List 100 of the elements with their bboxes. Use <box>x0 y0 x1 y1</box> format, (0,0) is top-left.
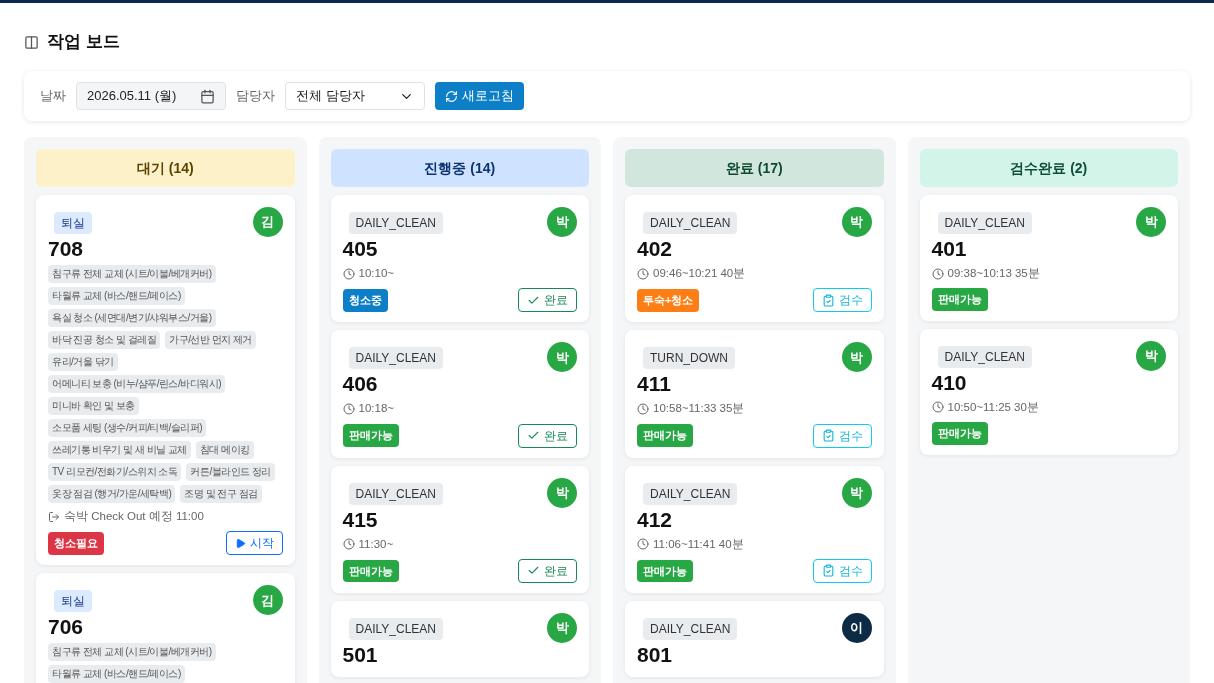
room-number: 706 <box>48 615 85 640</box>
type-tag: DAILY_CLEAN <box>348 617 443 640</box>
task-card[interactable] <box>36 195 295 566</box>
task-chip: 유리/거울 닦기 <box>48 353 118 371</box>
room-number: 412 <box>637 507 674 532</box>
type-tag: DAILY_CLEAN <box>937 212 1032 234</box>
clock-icon <box>931 401 944 414</box>
type-tag: 퇴실 <box>54 212 92 234</box>
clipboard-icon <box>821 293 835 307</box>
clock-icon <box>342 402 355 415</box>
assignee-avatar: 박 <box>1136 340 1166 371</box>
calendar-icon <box>200 88 215 104</box>
refresh-icon <box>445 89 458 103</box>
clock-icon <box>637 267 649 280</box>
task-card[interactable]: 퇴실 김 706 침구류 전체 교체 (시트/이불/베개커버) 타월류 교체 (바스/핸드/페이스) <box>36 573 295 683</box>
room-number: 415 <box>342 507 379 532</box>
task-card[interactable]: DAILY_CLEAN 박 406 10:18~ 판매가능 완료 <box>330 330 589 458</box>
assignee-label: 담당자 <box>236 87 275 106</box>
column-header: 대기 (14) <box>36 149 295 187</box>
assignee-avatar: 박 <box>547 342 577 373</box>
task-chip: 쓰레기통 비우기 및 새 비닐 교체 <box>48 441 191 459</box>
status-badge: 판매가능 <box>931 422 988 445</box>
status-badge: 청소필요 <box>48 532 104 555</box>
clipboard-icon <box>821 564 835 578</box>
room-number: 501 <box>342 642 379 667</box>
task-card[interactable]: DAILY_CLEAN 박 415 11:30~ 판매가능 완료 <box>330 465 589 593</box>
task-chip: 옷장 점검 (행거/가운/세탁백) <box>48 485 176 503</box>
complete-button[interactable]: 완료 <box>518 288 577 313</box>
task-chip: 타월류 교체 (바스/핸드/페이스) <box>48 665 185 683</box>
type-tag: DAILY_CLEAN <box>348 212 443 234</box>
clock-icon <box>342 538 355 551</box>
task-card[interactable]: DAILY_CLEAN 박 412 11:06~11:41 40분 판매가능 검수 <box>625 465 884 593</box>
play-icon <box>234 537 246 549</box>
task-card[interactable]: TURN_DOWN 박 411 10:58~11:33 35분 판매가능 검수 <box>625 330 884 458</box>
task-chip: TV 리모컨/전화기/스위치 소독 <box>48 463 182 481</box>
type-tag: DAILY_CLEAN <box>643 212 738 234</box>
task-chip: 타월류 교체 (바스/핸드/페이스) <box>48 287 185 305</box>
type-tag: TURN_DOWN <box>643 347 735 370</box>
task-chip: 바닥 진공 청소 및 걸레질 <box>48 331 161 349</box>
type-tag: 퇴실 <box>54 590 92 613</box>
date-field[interactable]: 2026.05.11 (월) <box>76 82 226 110</box>
status-badge: 판매가능 <box>637 424 693 447</box>
time-range: 10:10~ <box>358 266 394 281</box>
time-range: 10:18~ <box>358 401 394 417</box>
check-icon <box>527 429 540 442</box>
room-number: 406 <box>342 372 379 397</box>
time-range: 09:38~10:13 35분 <box>947 266 1040 281</box>
room-number: 405 <box>342 237 379 261</box>
task-card[interactable]: DAILY_CLEAN 박 401 09:38~10:13 35분 판매가능 <box>919 195 1178 321</box>
assignee-avatar: 박 <box>841 477 872 508</box>
task-card[interactable]: DAILY_CLEAN 박 410 10:50~11:25 30분 판매가능 <box>919 328 1178 455</box>
clipboard-icon <box>821 429 835 442</box>
assignee-avatar: 박 <box>547 612 577 643</box>
assignee-avatar: 박 <box>1136 207 1166 237</box>
board-icon <box>24 34 39 50</box>
status-badge: 판매가능 <box>342 424 399 447</box>
clock-icon <box>637 402 649 415</box>
status-badge: 투숙+청소 <box>637 289 700 312</box>
assignee-avatar: 박 <box>841 207 872 237</box>
column-header: 진행중 (14) <box>330 149 589 187</box>
status-badge: 청소중 <box>342 289 388 312</box>
page-title: 작업 보드 <box>47 31 120 54</box>
status-badge: 판매가능 <box>931 288 988 311</box>
assignee-select[interactable]: 전체 담당자 <box>285 82 425 110</box>
clock-icon <box>931 267 944 280</box>
time-range: 11:30~ <box>358 536 394 552</box>
time-range: 10:58~11:33 35분 <box>653 401 745 417</box>
task-chip: 침구류 전체 교체 (시트/이불/베개커버) <box>48 265 216 283</box>
task-chip: 침구류 전체 교체 (시트/이불/베개커버) <box>48 643 216 662</box>
assignee-avatar: 이 <box>841 612 872 643</box>
task-card[interactable]: DAILY_CLEAN 박 501 <box>330 600 589 677</box>
type-tag: DAILY_CLEAN <box>643 482 738 505</box>
task-card[interactable]: DAILY_CLEAN 박 405 10:10~ 청소중 완료 <box>330 195 589 323</box>
task-chip: 침대 메이킹 <box>195 441 254 459</box>
assignee-avatar: 박 <box>547 207 577 237</box>
task-chip: 어메니티 보충 (비누/샴푸/린스/바디워시) <box>48 375 226 393</box>
date-label: 날짜 <box>40 87 66 106</box>
clock-icon <box>637 538 649 551</box>
task-chip: 커튼/블라인드 정리 <box>186 463 275 481</box>
room-number: 402 <box>637 237 674 261</box>
room-number: 410 <box>931 370 968 395</box>
assignee-avatar: 박 <box>547 477 577 508</box>
time-range: 10:50~11:25 30분 <box>947 399 1039 415</box>
start-button[interactable]: 시작 <box>225 531 283 556</box>
type-tag: DAILY_CLEAN <box>937 345 1032 368</box>
assignee-avatar: 김 <box>252 585 283 616</box>
room-number: 801 <box>637 642 674 667</box>
task-chip: 미니바 확인 및 보충 <box>48 397 139 415</box>
room-number: 708 <box>48 237 85 261</box>
refresh-button[interactable]: 새로고침 <box>435 82 524 110</box>
type-tag: DAILY_CLEAN <box>348 482 443 505</box>
task-chip: 소모품 세팅 (생수/커피/티백/슬리퍼) <box>48 419 207 437</box>
clock-icon <box>342 267 355 280</box>
column-header: 완료 (17) <box>625 149 884 187</box>
task-chip: 욕실 청소 (세면대/변기/샤워부스/거울) <box>48 309 216 327</box>
task-card[interactable]: DAILY_CLEAN 이 801 <box>625 600 884 677</box>
complete-button[interactable]: 완료 <box>518 558 577 583</box>
task-card[interactable]: DAILY_CLEAN 박 402 09:46~10:21 40분 투숙+청소 검수 <box>625 195 884 323</box>
task-chip: 가구/선반 먼지 제거 <box>165 331 256 349</box>
complete-button[interactable]: 완료 <box>518 423 577 448</box>
